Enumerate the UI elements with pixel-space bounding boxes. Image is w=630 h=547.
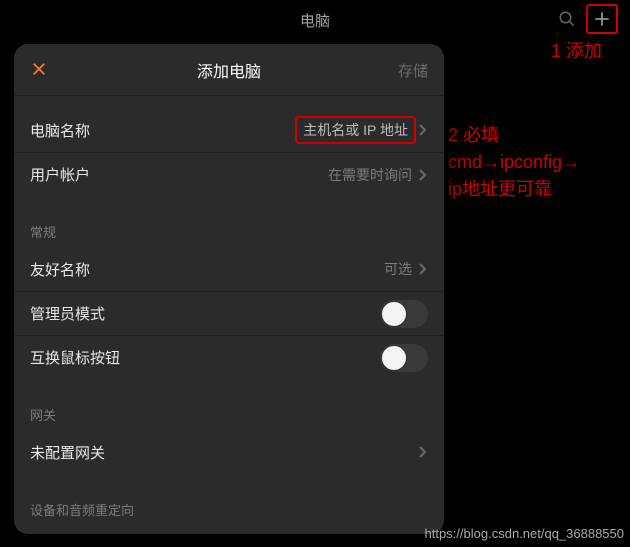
row-swap-mouse: 互换鼠标按钮: [14, 335, 444, 379]
annotation-required: 2 必填 cmd→ipconfig→ ip地址更可靠: [448, 122, 618, 203]
section-general-title: 常规: [14, 222, 444, 247]
toggle-swap-mouse[interactable]: [380, 344, 428, 372]
row-user-account[interactable]: 用户帐户 在需要时询问: [14, 152, 444, 196]
watermark: https://blog.csdn.net/qq_36888550: [425, 526, 625, 541]
row-computer-name[interactable]: 电脑名称 主机名或 IP 地址: [14, 108, 444, 152]
chevron-right-icon: [418, 445, 428, 459]
toggle-admin-mode[interactable]: [380, 300, 428, 328]
chevron-right-icon: [418, 262, 428, 276]
row-sound[interactable]: 声音 在此设备上播放: [14, 525, 444, 534]
close-button[interactable]: [30, 60, 48, 78]
section-gateway-title: 网关: [14, 405, 444, 430]
top-bar: 电脑: [0, 0, 630, 40]
sheet-body: 电脑名称 主机名或 IP 地址 用户帐户 在需要时询问 常规 友好名称: [14, 96, 444, 534]
user-account-value: 在需要时询问: [328, 165, 412, 185]
row-label: 友好名称: [30, 259, 90, 280]
computer-name-value: 主机名或 IP 地址: [295, 116, 416, 144]
save-button[interactable]: 存储: [398, 60, 428, 81]
chevron-right-icon: [418, 123, 428, 137]
row-label: 未配置网关: [30, 442, 105, 463]
friendly-name-value: 可选: [384, 259, 412, 279]
annotation-add: 1 添加: [551, 38, 602, 65]
row-label: 管理员模式: [30, 303, 105, 324]
sheet-title: 添加电脑: [197, 58, 261, 82]
row-label: 互换鼠标按钮: [30, 347, 120, 368]
row-no-gateway[interactable]: 未配置网关: [14, 430, 444, 474]
search-icon[interactable]: [558, 10, 576, 28]
row-friendly-name[interactable]: 友好名称 可选: [14, 247, 444, 291]
add-computer-sheet: 添加电脑 存储 电脑名称 主机名或 IP 地址 用户帐户 在需要时询问: [14, 44, 444, 534]
chevron-right-icon: [418, 168, 428, 182]
row-label: 电脑名称: [30, 120, 90, 141]
topbar-title: 电脑: [300, 10, 330, 31]
row-label: 用户帐户: [30, 164, 90, 185]
add-button[interactable]: [586, 4, 618, 34]
sheet-header: 添加电脑 存储: [14, 44, 444, 96]
section-devices-title: 设备和音频重定向: [14, 500, 444, 525]
row-admin-mode: 管理员模式: [14, 291, 444, 335]
